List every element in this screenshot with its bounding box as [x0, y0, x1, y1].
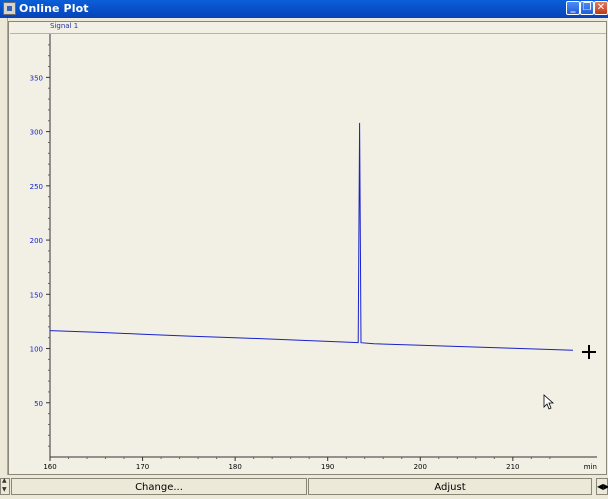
signal-1-line — [49, 122, 574, 351]
x-tick-label: 160 — [43, 463, 56, 471]
y-tick-label: 350 — [30, 74, 43, 82]
x-tick-label: 180 — [228, 463, 241, 471]
adjust-button[interactable]: Adjust — [308, 478, 592, 495]
y-tick-label: 50 — [34, 400, 43, 408]
scroll-arrows-icon[interactable]: ◀▶ — [596, 478, 608, 495]
y-tick-label: 250 — [30, 183, 43, 191]
x-tick-label: 190 — [321, 463, 334, 471]
y-tick-label: 150 — [30, 291, 43, 299]
y-tick-label: 300 — [30, 129, 43, 137]
x-tick-label: 200 — [414, 463, 427, 471]
y-tick-label: 100 — [30, 346, 43, 354]
spin-arrows-icon[interactable] — [0, 477, 10, 495]
x-axis-label: min — [584, 463, 597, 471]
mouse-pointer-icon — [543, 394, 555, 410]
x-tick-label: 210 — [506, 463, 519, 471]
plot-area[interactable]: 50 100 150 200 250 300 350 160 170 180 190 200 210 mi… — [0, 0, 608, 477]
x-tick-label: 170 — [136, 463, 149, 471]
change-button[interactable]: Change... — [11, 478, 307, 495]
bottom-toolbar: Change... Adjust ◀▶ — [0, 477, 608, 499]
y-tick-label: 200 — [30, 237, 43, 245]
